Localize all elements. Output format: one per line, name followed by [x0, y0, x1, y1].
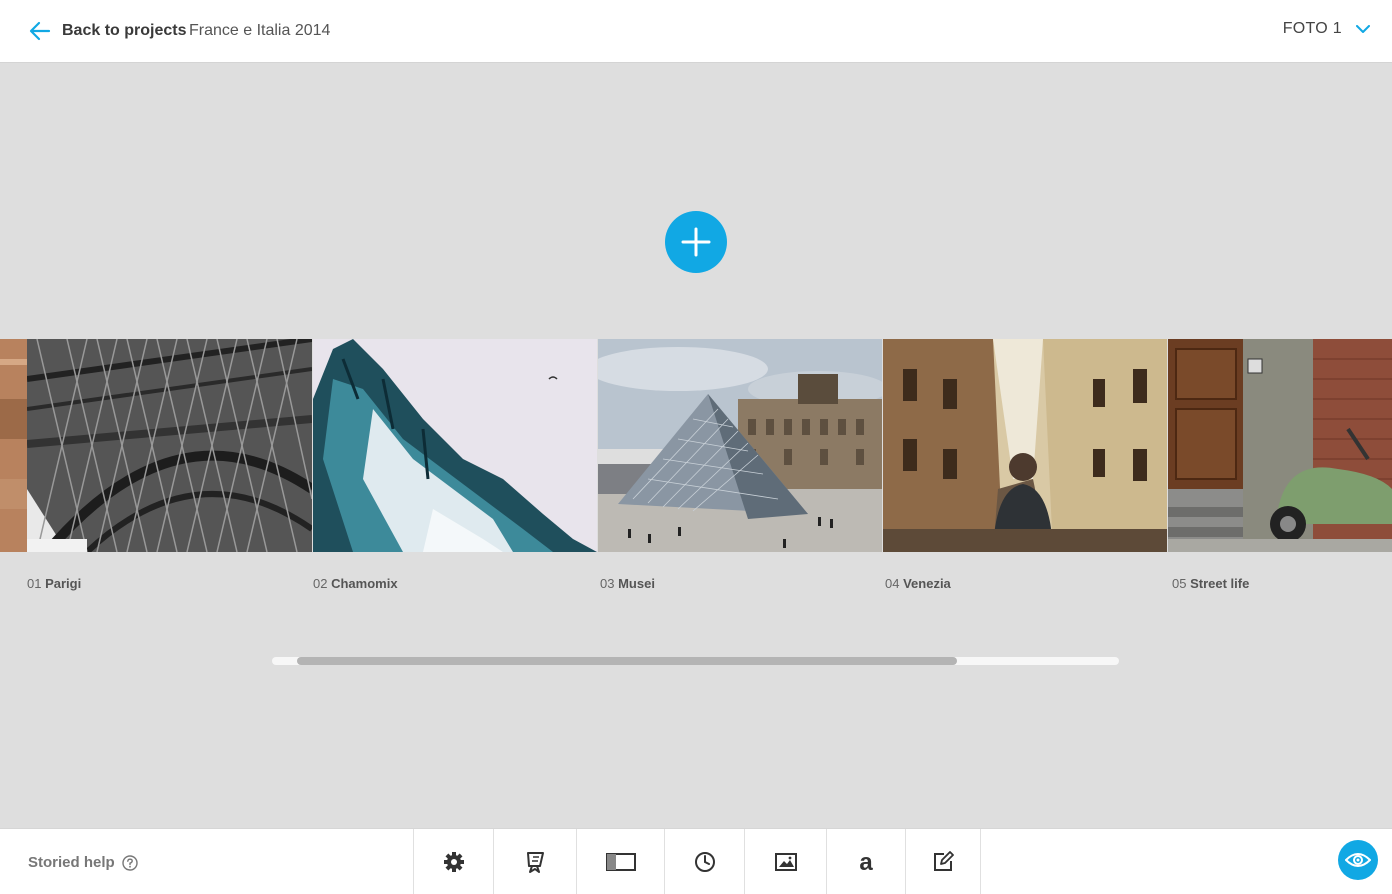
slide-chamomix[interactable] — [313, 339, 597, 552]
slide-number: 01 — [27, 576, 42, 591]
clock-icon — [694, 852, 715, 872]
version-dropdown[interactable]: FOTO 1 — [1283, 20, 1370, 38]
svg-text:a: a — [859, 851, 873, 873]
slide-title: Parigi — [45, 576, 82, 591]
edit-pencil-icon — [934, 851, 954, 871]
slide-strip[interactable] — [0, 339, 1392, 552]
scrollbar-thumb[interactable] — [297, 657, 957, 665]
slide-number: 05 — [1172, 576, 1187, 591]
header-bar: Back to projects France e Italia 2014 FO… — [0, 0, 1392, 63]
version-label: FOTO 1 — [1282, 20, 1342, 37]
bookmark-flag-icon — [527, 852, 544, 873]
help-label: Storied help — [28, 854, 115, 871]
slide-label-parigi: 01 Parigi — [27, 576, 81, 591]
slide-title: Venezia — [903, 576, 951, 591]
layout-button[interactable] — [576, 829, 664, 894]
font-a-icon: a — [859, 851, 873, 873]
plus-icon — [681, 227, 711, 257]
slide-number: 02 — [313, 576, 328, 591]
green-scooter-photo — [1168, 339, 1392, 552]
building-photo — [0, 339, 27, 552]
slide-label-chamomix: 02 Chamomix — [313, 576, 398, 591]
louvre-pyramid-photo — [598, 339, 882, 552]
edit-button[interactable] — [905, 829, 981, 894]
venice-alley-photo — [883, 339, 1167, 552]
back-label: Back to projects — [62, 22, 187, 39]
slide-label-musei: 03 Musei — [600, 576, 655, 591]
slide-venezia[interactable] — [883, 339, 1167, 552]
eye-icon — [1345, 853, 1371, 867]
timer-button[interactable] — [664, 829, 744, 894]
add-slide-button[interactable] — [665, 211, 727, 273]
partial-slide[interactable] — [0, 339, 27, 552]
snowy-mountain-photo — [313, 339, 597, 552]
slide-label-venezia: 04 Venezia — [885, 576, 951, 591]
chevron-down-icon — [1356, 24, 1370, 33]
slide-number: 03 — [600, 576, 615, 591]
back-to-projects-link[interactable]: Back to projects — [28, 19, 186, 43]
bottom-toolbar: Storied help a — [0, 828, 1392, 894]
typography-button[interactable]: a — [826, 829, 905, 894]
slide-label-street-life: 05 Street life — [1172, 576, 1249, 591]
slide-title: Chamomix — [331, 576, 398, 591]
arrow-left-icon — [29, 21, 51, 41]
storied-help-link[interactable]: Storied help — [28, 854, 138, 871]
slide-title: Street life — [1190, 576, 1250, 591]
slide-parigi[interactable] — [27, 339, 312, 552]
slide-musei[interactable] — [598, 339, 882, 552]
eiffel-tower-photo — [27, 339, 312, 552]
slide-title: Musei — [618, 576, 655, 591]
project-title: France e Italia 2014 — [189, 22, 331, 39]
preview-button[interactable] — [1338, 840, 1378, 880]
slide-number: 04 — [885, 576, 900, 591]
layout-panel-icon — [605, 853, 636, 871]
settings-button[interactable] — [413, 829, 493, 894]
image-icon — [774, 853, 797, 871]
image-button[interactable] — [744, 829, 826, 894]
help-circle-icon — [121, 854, 138, 871]
gear-icon — [443, 852, 464, 872]
slide-street-life[interactable] — [1168, 339, 1392, 552]
badge-button[interactable] — [493, 829, 576, 894]
